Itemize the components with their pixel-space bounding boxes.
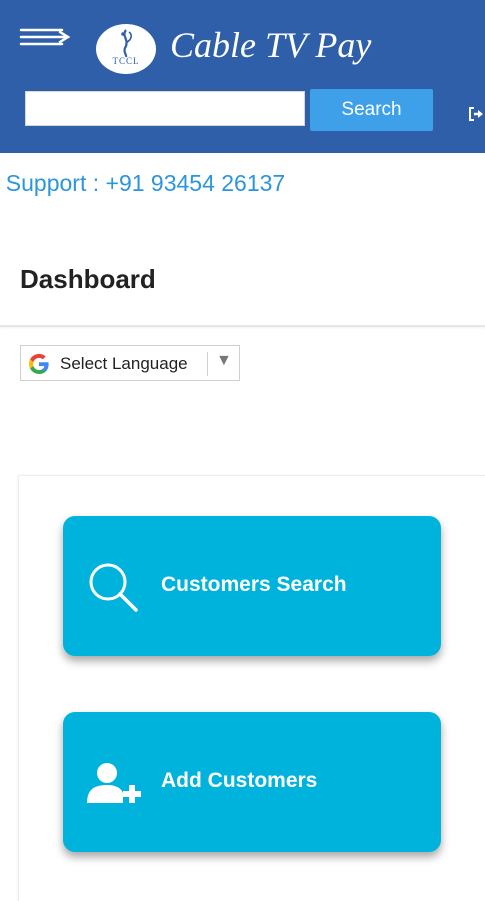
dashboard-header-card: Dashboard	[0, 220, 485, 327]
search-input[interactable]	[25, 91, 305, 126]
logout-button[interactable]	[468, 106, 485, 122]
tile-label: Add Customers	[161, 769, 318, 792]
tile-label: Customers Search	[161, 573, 347, 596]
search-icon	[89, 563, 138, 612]
language-select[interactable]: Select Language ▼	[20, 345, 240, 381]
hamburger-menu-icon	[19, 28, 71, 46]
language-select-divider	[207, 352, 208, 376]
logout-icon	[469, 107, 483, 121]
app-header: TCCL Cable TV Pay Search	[0, 0, 485, 153]
logo-emblem-icon	[121, 29, 132, 58]
support-contact: / Support : +91 93454 26137	[0, 170, 286, 196]
dropdown-arrow-icon: ▼	[216, 352, 232, 369]
google-g-icon	[28, 353, 49, 375]
menu-button[interactable]	[18, 22, 72, 52]
customers-search-tile[interactable]: Customers Search	[63, 516, 441, 656]
page-title: Dashboard	[20, 264, 156, 294]
add-customers-tile[interactable]: Add Customers	[63, 712, 441, 852]
language-select-label: Select Language	[60, 354, 188, 373]
search-button[interactable]: Search	[310, 89, 433, 131]
brand-logo: TCCL	[96, 24, 156, 74]
add-user-icon	[87, 763, 141, 803]
app-title: Cable TV Pay	[170, 25, 372, 65]
logo-text: TCCL	[112, 56, 140, 66]
